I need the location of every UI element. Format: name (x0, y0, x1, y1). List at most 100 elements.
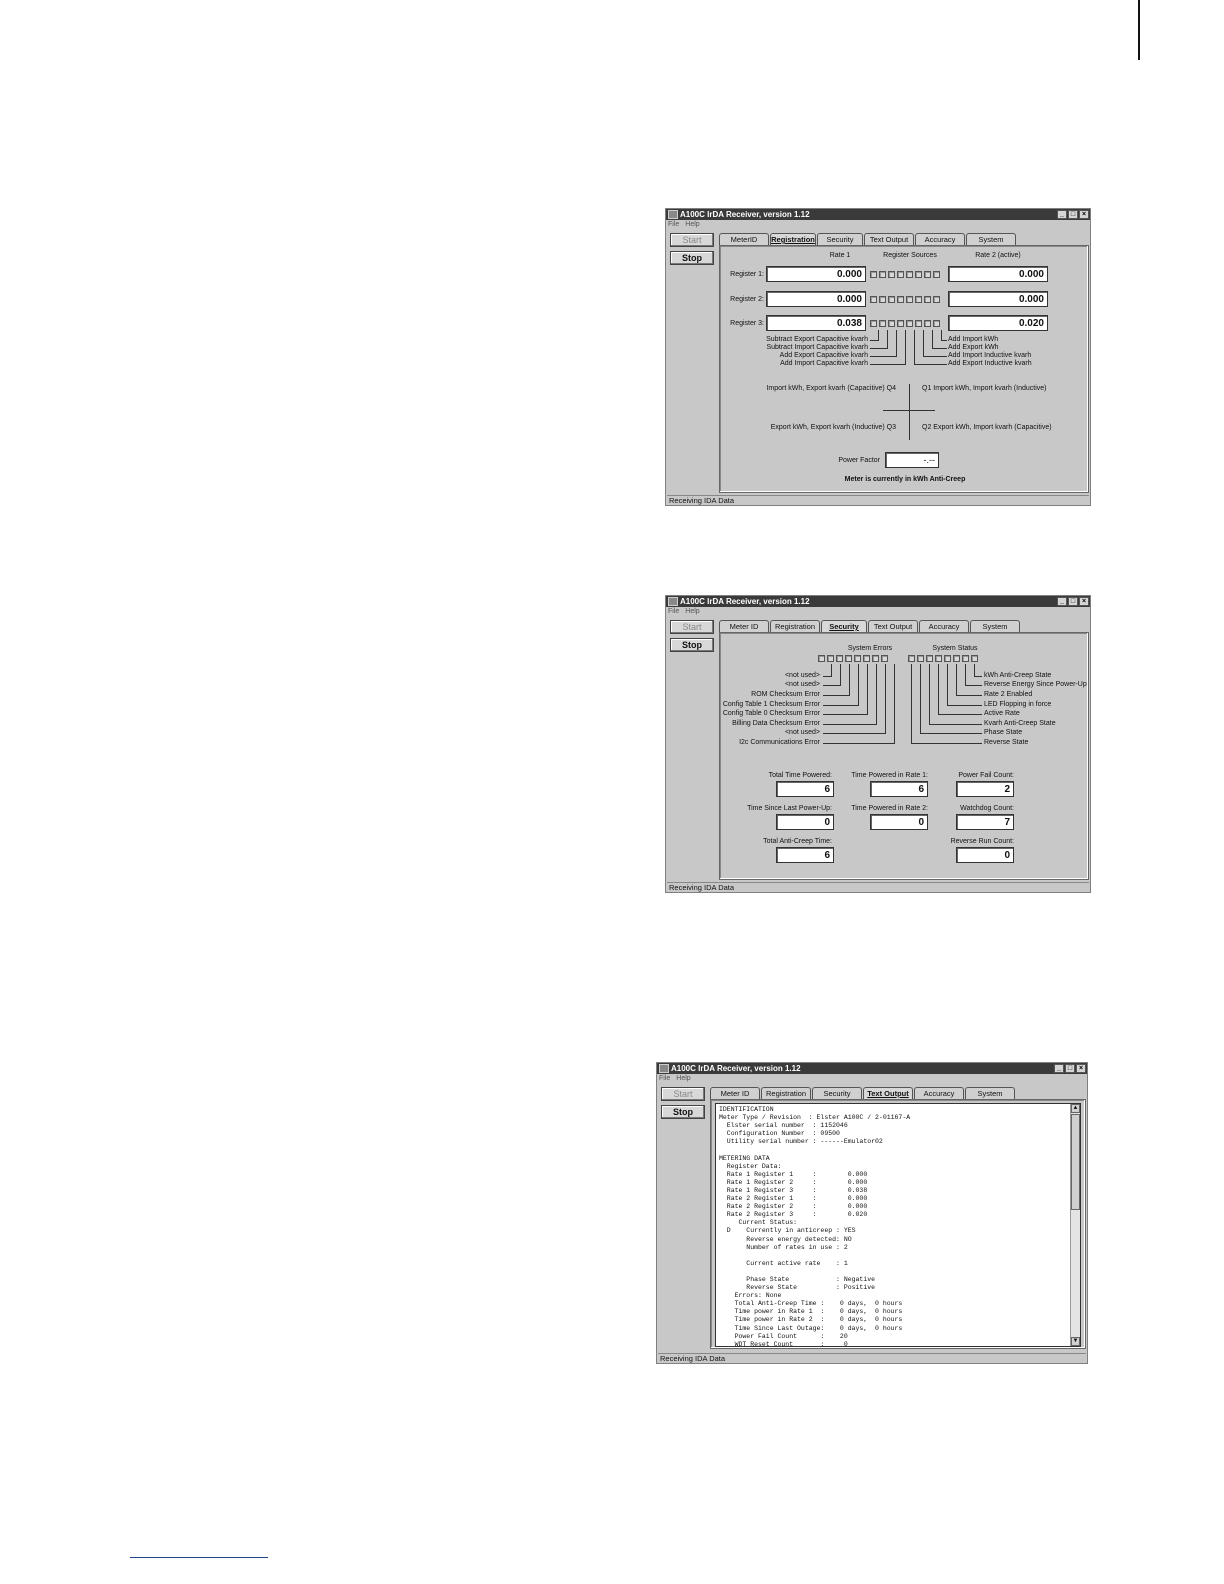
close-button[interactable]: × (1079, 597, 1089, 606)
maximize-button[interactable]: □ (1068, 210, 1078, 219)
tab-meter-id[interactable]: MeterID (719, 233, 769, 245)
maximize-button[interactable]: □ (1065, 1064, 1075, 1073)
tab-system[interactable]: System (970, 620, 1020, 632)
left-source-label: Subtract Import Capacitive kvarh (766, 344, 868, 351)
connector-line (870, 364, 906, 365)
tab-meter-id[interactable]: Meter ID (710, 1087, 760, 1099)
source-checkbox[interactable] (924, 320, 931, 327)
time-powered-rate1-value: 6 (870, 781, 928, 797)
source-checkbox[interactable] (897, 271, 904, 278)
source-checkbox[interactable] (897, 296, 904, 303)
connector-line (823, 733, 886, 734)
source-checkbox[interactable] (870, 296, 877, 303)
tab-text-output[interactable]: Text Output (868, 620, 918, 632)
menu-file[interactable]: File (668, 221, 679, 230)
source-checkbox[interactable] (933, 296, 940, 303)
scroll-thumb[interactable] (1071, 1114, 1080, 1210)
system-errors-title: System Errors (847, 645, 893, 652)
tab-meter-id[interactable]: Meter ID (719, 620, 769, 632)
source-checkbox[interactable] (906, 320, 913, 327)
source-checkbox[interactable] (888, 296, 895, 303)
stop-button[interactable]: Stop (670, 251, 714, 265)
start-button[interactable]: Start (670, 620, 714, 634)
right-source-label: Add Export Inductive kvarh (948, 360, 1032, 367)
stop-button[interactable]: Stop (670, 638, 714, 652)
tab-registration[interactable]: Registration (770, 620, 820, 632)
window-registration: A100C IrDA Receiver, version 1.12 _ □ × … (665, 208, 1091, 506)
total-anticreep-time-value: 6 (776, 847, 834, 863)
stop-button[interactable]: Stop (661, 1105, 705, 1119)
error-flag (818, 655, 825, 662)
tab-security[interactable]: Security (812, 1087, 862, 1099)
minimize-button[interactable]: _ (1057, 210, 1067, 219)
maximize-button[interactable]: □ (1068, 597, 1078, 606)
source-checkbox[interactable] (933, 320, 940, 327)
tab-accuracy[interactable]: Accuracy (914, 1087, 964, 1099)
source-checkbox[interactable] (897, 320, 904, 327)
source-checkbox[interactable] (879, 271, 886, 278)
vertical-scrollbar[interactable]: ▲ ▼ (1070, 1104, 1080, 1346)
tab-bar: Meter ID Registration Security Text Outp… (710, 1087, 1016, 1100)
source-checkbox[interactable] (879, 296, 886, 303)
tab-system[interactable]: System (965, 1087, 1015, 1099)
tab-text-output[interactable]: Text Output (864, 233, 914, 245)
menu-file[interactable]: File (659, 1075, 670, 1084)
source-checkbox[interactable] (888, 271, 895, 278)
menu-file[interactable]: File (668, 608, 679, 617)
start-button[interactable]: Start (661, 1087, 705, 1101)
source-checkbox[interactable] (888, 320, 895, 327)
error-flag (836, 655, 843, 662)
connector-line (941, 330, 942, 340)
tab-system[interactable]: System (966, 233, 1016, 245)
source-checkbox[interactable] (915, 320, 922, 327)
source-checkbox[interactable] (906, 296, 913, 303)
time-since-last-powerup-label: Time Since Last Power-Up: (747, 805, 832, 812)
window-title: A100C IrDA Receiver, version 1.12 (680, 597, 810, 606)
connector-line (929, 664, 930, 724)
tab-security[interactable]: Security (817, 233, 863, 245)
connector-line (929, 724, 982, 725)
tab-accuracy[interactable]: Accuracy (919, 620, 969, 632)
source-checkbox[interactable] (915, 271, 922, 278)
text-output-content: IDENTIFICATION Meter Type / Revision : E… (719, 1106, 911, 1347)
menu-help[interactable]: Help (676, 1075, 690, 1084)
close-button[interactable]: × (1079, 210, 1089, 219)
source-checkbox[interactable] (924, 296, 931, 303)
tab-accuracy[interactable]: Accuracy (915, 233, 965, 245)
connector-line (956, 664, 957, 695)
connector-line (914, 330, 915, 364)
scroll-up-arrow-icon[interactable]: ▲ (1071, 1104, 1080, 1113)
register-1-rate2: 0.000 (948, 266, 1048, 282)
register-3-label: Register 3: (730, 320, 764, 327)
title-bar: A100C IrDA Receiver, version 1.12 _ □ × (666, 596, 1090, 607)
text-output-area[interactable]: IDENTIFICATION Meter Type / Revision : E… (715, 1103, 1081, 1347)
close-button[interactable]: × (1076, 1064, 1086, 1073)
minimize-button[interactable]: _ (1054, 1064, 1064, 1073)
source-checkbox[interactable] (906, 271, 913, 278)
register-3-rate1: 0.038 (766, 315, 866, 331)
window-title: A100C IrDA Receiver, version 1.12 (671, 1064, 801, 1073)
error-flag (881, 655, 888, 662)
source-checkbox[interactable] (879, 320, 886, 327)
connector-line (932, 330, 933, 348)
connector-line (823, 695, 850, 696)
right-source-label: Add Export kWh (948, 344, 999, 351)
source-checkbox[interactable] (870, 320, 877, 327)
minimize-button[interactable]: _ (1057, 597, 1067, 606)
connector-line (823, 724, 877, 725)
tab-registration[interactable]: Registration (761, 1087, 811, 1099)
source-checkbox[interactable] (915, 296, 922, 303)
status-label: Active Rate (984, 710, 1020, 717)
register-2-rate2: 0.000 (948, 291, 1048, 307)
connector-line (823, 685, 841, 686)
start-button[interactable]: Start (670, 233, 714, 247)
system-errors-flags (818, 655, 888, 662)
source-checkbox[interactable] (924, 271, 931, 278)
scroll-down-arrow-icon[interactable]: ▼ (1071, 1337, 1080, 1346)
right-source-label: Add Import Inductive kvarh (948, 352, 1032, 359)
menu-help[interactable]: Help (685, 221, 699, 230)
source-checkbox[interactable] (870, 271, 877, 278)
source-checkbox[interactable] (933, 271, 940, 278)
menu-help[interactable]: Help (685, 608, 699, 617)
connector-line (920, 733, 982, 734)
